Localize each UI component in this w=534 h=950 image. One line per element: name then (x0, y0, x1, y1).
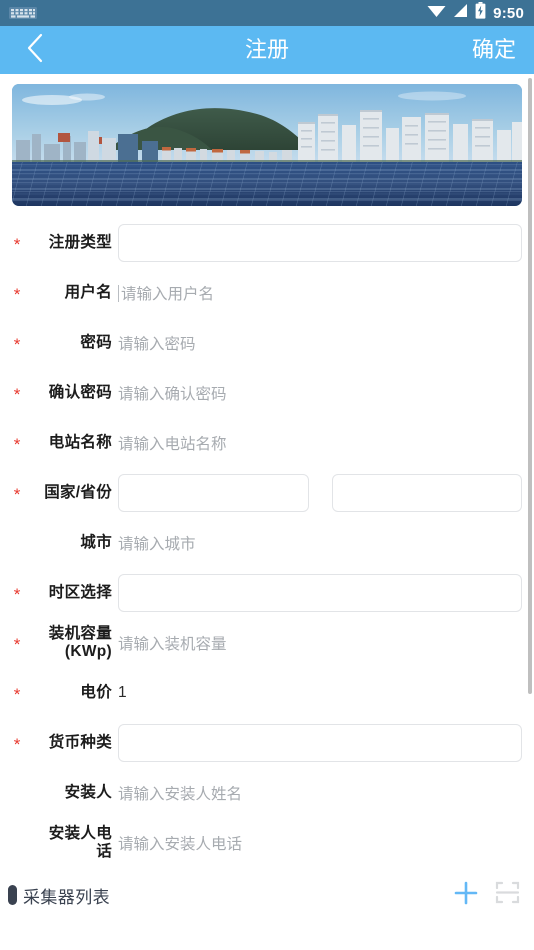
collector-list-actions (453, 880, 520, 911)
form-label-installed-capacity: 装机容量 (KWp) (34, 625, 112, 661)
password-input[interactable]: 请输入密码 (118, 332, 196, 354)
form-row-currency-type[interactable]: * 货币种类 (0, 718, 534, 768)
timezone-input[interactable] (118, 574, 522, 612)
form-row-register-type[interactable]: * 注册类型 (0, 218, 534, 268)
register-type-input[interactable] (118, 224, 522, 262)
app-bar: 注册 确定 (0, 26, 534, 74)
required-marker: * (13, 734, 21, 754)
required-marker: * (13, 584, 21, 604)
form-field-password[interactable]: 请输入密码 (112, 332, 522, 354)
required-marker: * (13, 434, 21, 454)
vertical-scrollbar[interactable] (528, 78, 532, 694)
form-row-city[interactable]: * 城市 请输入城市 (0, 518, 534, 568)
form-label-installed-capacity-main: 装机容量 (48, 625, 112, 643)
section-bullet-icon (8, 885, 17, 905)
add-collector-button[interactable] (453, 880, 479, 911)
form-row-country-province[interactable]: * 国家/省份 (0, 468, 534, 518)
scroll-content[interactable]: * 注册类型 * 用户名 请输入用户名 * 密码 请输入密码 * 确认密码 请输… (0, 74, 534, 950)
plant-name-input[interactable]: 请输入电站名称 (118, 432, 227, 454)
form-field-plant-name[interactable]: 请输入电站名称 (112, 432, 522, 454)
required-marker: * (13, 384, 21, 404)
chevron-left-icon (25, 32, 45, 69)
form-row-password[interactable]: * 密码 请输入密码 (0, 318, 534, 368)
city-input[interactable]: 请输入城市 (118, 532, 196, 554)
collector-list-title: 采集器列表 (23, 887, 110, 907)
required-marker: * (13, 234, 21, 254)
form-row-confirm-password[interactable]: * 确认密码 请输入确认密码 (0, 368, 534, 418)
form-field-timezone[interactable] (112, 574, 522, 612)
province-input[interactable] (331, 474, 522, 512)
form-label-timezone: 时区选择 (48, 584, 112, 602)
form-row-username[interactable]: * 用户名 请输入用户名 (0, 268, 534, 318)
scan-collector-button[interactable] (495, 880, 520, 910)
battery-charging-icon (475, 2, 486, 24)
confirm-password-input[interactable]: 请输入确认密码 (118, 382, 227, 404)
form-field-city[interactable]: 请输入城市 (112, 532, 522, 554)
form-label-currency-type: 货币种类 (48, 734, 112, 752)
confirm-button[interactable]: 确定 (472, 26, 516, 74)
text-caret (118, 284, 119, 302)
status-bar: 9:50 (0, 0, 534, 26)
required-marker: * (13, 684, 21, 704)
form-field-country-province[interactable] (112, 474, 522, 512)
form-label-city: 城市 (80, 534, 112, 552)
form-label-plant-name: 电站名称 (48, 434, 112, 452)
status-bar-right: 9:50 (427, 2, 524, 24)
wifi-icon (427, 3, 446, 23)
form-row-installer[interactable]: * 安装人 请输入安装人姓名 (0, 768, 534, 818)
back-button[interactable] (0, 26, 70, 74)
signal-icon (453, 3, 468, 23)
form-label-username: 用户名 (64, 284, 112, 302)
installed-capacity-input[interactable]: 请输入装机容量 (118, 632, 227, 654)
form-label-confirm-password: 确认密码 (48, 384, 112, 402)
form-field-installer-phone[interactable]: 请输入安装人电话 (112, 832, 522, 854)
electricity-price-input[interactable]: 1 (118, 684, 127, 702)
form-row-plant-name[interactable]: * 电站名称 请输入电站名称 (0, 418, 534, 468)
required-marker: * (13, 484, 21, 504)
status-bar-clock: 9:50 (493, 4, 524, 22)
solar-plant-banner-image (12, 84, 522, 206)
username-input[interactable]: 请输入用户名 (121, 282, 214, 304)
form-label-installer-phone: 安装人电话 (48, 825, 112, 860)
form-row-installer-phone[interactable]: * 安装人电话 请输入安装人电话 (0, 818, 534, 868)
scan-qr-icon (495, 880, 520, 910)
required-marker: * (13, 334, 21, 354)
required-marker: * (13, 284, 21, 304)
form-label-installed-capacity-unit: (KWp) (64, 643, 112, 660)
form-label-installer: 安装人 (64, 784, 112, 802)
form-row-timezone[interactable]: * 时区选择 (0, 568, 534, 618)
register-screen: 9:50 注册 确定 * 注册类型 * 用户名 请输入用户名 * 密码 请输入密… (0, 0, 534, 950)
form-field-installer[interactable]: 请输入安装人姓名 (112, 782, 522, 804)
form-field-username[interactable]: 请输入用户名 (112, 282, 522, 304)
form-label-electricity-price: 电价 (80, 684, 112, 702)
form-row-installed-capacity[interactable]: * 装机容量 (KWp) 请输入装机容量 (0, 618, 534, 668)
registration-form: * 注册类型 * 用户名 请输入用户名 * 密码 请输入密码 * 确认密码 请输… (0, 206, 534, 868)
form-label-country-province: 国家/省份 (44, 484, 112, 502)
form-field-electricity-price[interactable]: 1 (112, 684, 522, 702)
currency-type-input[interactable] (118, 724, 522, 762)
collector-list-section-header: 采集器列表 (0, 868, 534, 912)
form-field-installed-capacity[interactable]: 请输入装机容量 (112, 632, 522, 654)
form-row-electricity-price[interactable]: * 电价 1 (0, 668, 534, 718)
status-bar-left (8, 5, 38, 21)
installer-input[interactable]: 请输入安装人姓名 (118, 782, 242, 804)
country-input[interactable] (118, 474, 309, 512)
plus-icon (453, 880, 479, 911)
required-marker: * (13, 634, 21, 654)
form-field-confirm-password[interactable]: 请输入确认密码 (112, 382, 522, 404)
keyboard-icon (8, 5, 38, 21)
banner-container (0, 74, 534, 206)
form-field-currency-type[interactable] (112, 724, 522, 762)
page-title: 注册 (244, 37, 289, 62)
installer-phone-input[interactable]: 请输入安装人电话 (118, 832, 242, 854)
form-field-register-type[interactable] (112, 224, 522, 262)
form-label-register-type: 注册类型 (48, 234, 112, 252)
form-label-password: 密码 (80, 334, 112, 352)
